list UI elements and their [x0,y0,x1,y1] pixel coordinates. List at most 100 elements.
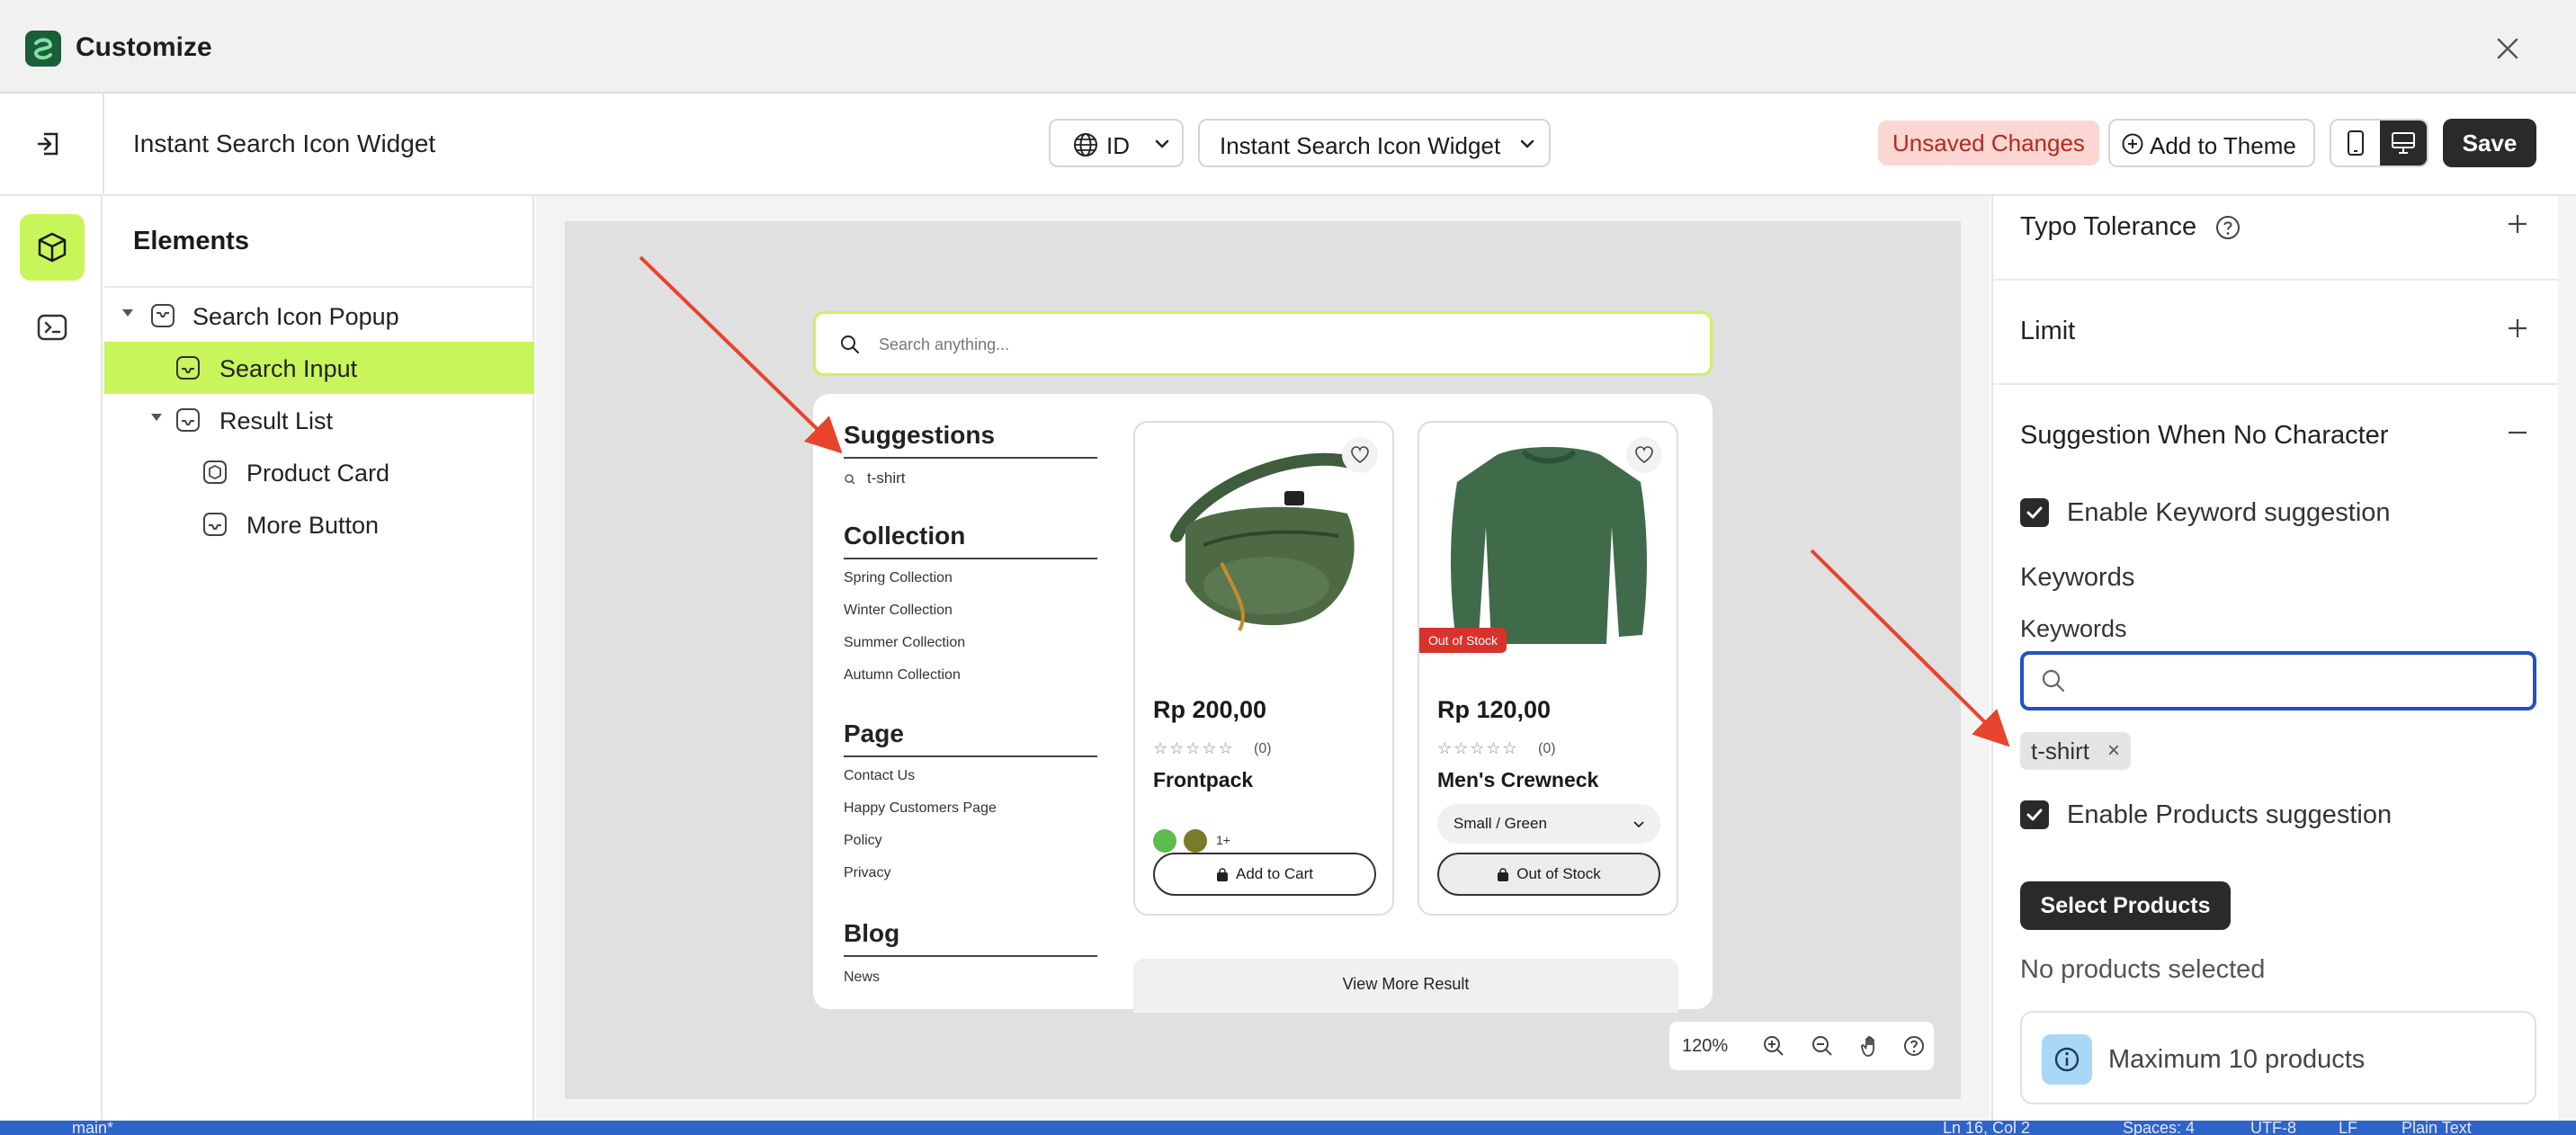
page-link[interactable]: Policy [844,833,882,849]
widget-select[interactable]: Instant Search Icon Widget [1198,119,1551,167]
help-icon[interactable] [2214,214,2241,241]
chevron-down-icon [1632,817,1646,831]
hand-pan-icon[interactable] [1858,1033,1883,1059]
keywords-label: Keywords [2020,615,2127,642]
add-to-theme-button[interactable]: Add to Theme [2108,119,2315,167]
list-icon [174,407,201,433]
tree-item-more-button[interactable]: More Button [104,498,534,550]
status-language[interactable]: Plain Text [2402,1121,2472,1135]
tree-item-search-input[interactable]: Search Input [104,342,534,394]
mobile-view-button[interactable] [2331,121,2380,165]
tree-item-product-card[interactable]: Product Card [104,446,534,498]
max-products-text: Maximum 10 products [2108,1045,2366,1074]
minus-icon[interactable] [2504,419,2531,446]
blog-link[interactable]: News [844,970,880,986]
status-encoding[interactable]: UTF-8 [2250,1121,2296,1135]
desktop-view-button[interactable] [2380,121,2427,165]
suggestions-title: Suggestions [844,421,996,449]
exit-icon[interactable] [29,124,68,164]
color-swatch[interactable] [1184,829,1207,853]
collection-link[interactable]: Winter Collection [844,603,953,619]
variant-value: Small / Green [1453,815,1547,832]
rating-count: (0) [1254,741,1272,756]
suggestion-section-title: Suggestion When No Character [2020,421,2389,450]
out-of-stock-label: Out of Stock [1516,865,1601,882]
tree-item-label: Search Icon Popup [192,303,399,330]
language-select[interactable]: ID [1049,119,1184,167]
keywords-input[interactable] [2020,651,2536,710]
caret-down-icon[interactable] [151,414,162,421]
status-eol[interactable]: LF [2339,1121,2357,1135]
typo-tolerance-header[interactable]: Typo Tolerance [2020,212,2196,242]
search-icon [839,334,861,355]
view-more-button[interactable]: View More Result [1133,959,1678,1013]
page-link[interactable]: Privacy [844,865,890,881]
collection-link[interactable]: Spring Collection [844,570,953,586]
product-price: Rp 120,00 [1437,696,1552,723]
zoom-level: 120% [1682,1036,1729,1056]
plus-icon[interactable] [2504,315,2531,342]
bag-icon [1216,867,1229,882]
preview-search-input[interactable]: Search anything... [813,311,1713,376]
save-button[interactable]: Save [2443,119,2536,167]
plus-circle-icon [2121,132,2144,156]
keyword-tag-label: t-shirt [2031,737,2089,764]
page-link[interactable]: Happy Customers Page [844,800,997,817]
wishlist-heart-icon[interactable] [1342,437,1378,473]
tree-item-search-icon-popup[interactable]: Search Icon Popup [104,290,534,342]
section-divider [844,457,1097,459]
limit-header[interactable]: Limit [2020,317,2075,346]
zoom-in-icon[interactable] [1761,1033,1786,1059]
enable-keyword-checkbox[interactable] [2020,498,2049,527]
rating-stars-icon: ☆☆☆☆☆ [1153,739,1235,757]
enable-products-label: Enable Products suggestion [2067,800,2393,829]
max-products-info: Maximum 10 products [2020,1011,2536,1104]
add-to-cart-button[interactable]: Add to Cart [1153,853,1376,896]
tree-item-result-list[interactable]: Result List [104,394,534,446]
tree-item-label: Result List [219,407,334,434]
enable-products-checkbox[interactable] [2020,800,2049,829]
keyword-tag: t-shirt × [2020,732,2131,770]
status-position[interactable]: Ln 16, Col 2 [1943,1121,2030,1135]
zoom-controls: 120% [1669,1022,1934,1070]
status-bar: main* Ln 16, Col 2 Spaces: 4 UTF-8 LF Pl… [0,1121,2576,1135]
device-toggle [2330,119,2428,167]
collection-link[interactable]: Summer Collection [844,635,965,651]
product-card[interactable]: Rp 200,00 ☆☆☆☆☆ (0) Frontpack 1+ Add to … [1133,421,1394,916]
typo-tolerance-title: Typo Tolerance [2020,212,2197,241]
close-icon[interactable] [2488,29,2527,68]
section-divider [844,755,1097,757]
remove-tag-icon[interactable]: × [2107,732,2120,770]
caret-down-icon[interactable] [122,309,133,317]
blog-title: Blog [844,919,900,947]
select-products-button[interactable]: Select Products [2020,881,2231,930]
widget-select-value: Instant Search Icon Widget [1220,132,1501,159]
page-section-title: Page [844,719,904,747]
status-spaces[interactable]: Spaces: 4 [2123,1121,2195,1135]
search-placeholder: Search anything... [879,335,1010,353]
tree-item-label: More Button [246,512,380,539]
unsaved-changes-badge: Unsaved Changes [1878,121,2099,165]
elements-divider [104,286,534,288]
status-branch[interactable]: main* [72,1121,113,1135]
page-link[interactable]: Contact Us [844,768,915,784]
product-card[interactable]: Out of Stock Rp 120,00 ☆☆☆☆☆ (0) Men's C… [1418,421,1678,916]
globe-icon [1072,131,1099,158]
suggestion-section-header[interactable]: Suggestion When No Character [2020,421,2388,451]
variant-select[interactable]: Small / Green [1437,804,1660,844]
info-icon [2042,1034,2092,1085]
out-of-stock-button[interactable]: Out of Stock [1437,853,1660,896]
zoom-out-icon[interactable] [1810,1033,1835,1059]
product-name: Men's Crewneck [1437,768,1599,791]
color-swatch[interactable] [1153,829,1176,853]
help-icon[interactable] [1901,1033,1927,1059]
toolbar-divider [103,94,104,196]
code-icon[interactable] [32,308,72,347]
input-icon [174,354,201,381]
elements-tab-button[interactable] [20,214,85,281]
wishlist-heart-icon[interactable] [1626,437,1662,473]
collection-link[interactable]: Autumn Collection [844,667,961,684]
rating-count: (0) [1538,741,1556,756]
plus-icon[interactable] [2504,210,2531,237]
keywords-text-field[interactable] [2081,664,2513,698]
